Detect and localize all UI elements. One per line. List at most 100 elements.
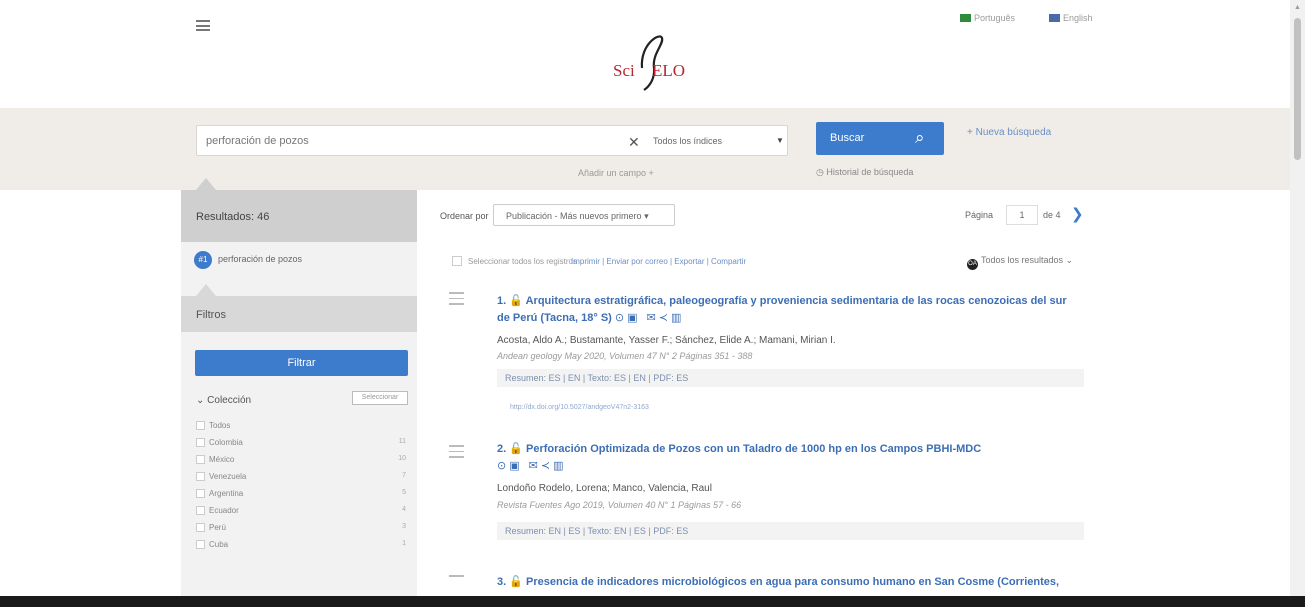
result-title[interactable]: 3. 🔓 Presencia de indicadores microbioló…: [497, 574, 1097, 591]
new-search-link[interactable]: + Nueva búsqueda: [967, 127, 1051, 138]
checkbox[interactable]: [196, 455, 205, 464]
query-number-badge[interactable]: #1: [194, 251, 212, 269]
page-of: de 4: [1043, 210, 1061, 220]
select-all[interactable]: Seleccionar todos los registros: [452, 256, 577, 266]
svg-text:ELO: ELO: [652, 61, 685, 80]
result-share-icons[interactable]: ⊙▣ ✉≺▥: [497, 460, 567, 472]
open-access-filter[interactable]: OA Todos los resultados ⌄: [967, 255, 1073, 270]
collection-item[interactable]: Perú: [196, 523, 226, 532]
query-history-text[interactable]: perforación de pozos: [218, 254, 302, 264]
results-pointer: [196, 178, 216, 190]
page-input[interactable]: 1: [1006, 205, 1038, 225]
checkbox[interactable]: [196, 506, 205, 515]
lang-english[interactable]: English: [1049, 13, 1093, 23]
next-page-icon[interactable]: ❯: [1071, 205, 1084, 223]
collection-item[interactable]: Venezuela: [196, 472, 246, 481]
result-links[interactable]: Resumen: EN | ES | Texto: EN | ES | PDF:…: [497, 522, 1084, 540]
collection-count: 4: [402, 506, 406, 513]
hamburger-icon[interactable]: [196, 20, 210, 31]
search-query: perforación de pozos: [206, 135, 309, 147]
collection-label: Colección: [207, 395, 252, 406]
checkbox[interactable]: [196, 540, 205, 549]
result-authors: Acosta, Aldo A.; Bustamante, Yasser F.; …: [497, 335, 836, 346]
result-actions[interactable]: Imprimir | Enviar por correo | Exportar …: [571, 257, 746, 266]
collection-name: Ecuador: [209, 506, 239, 515]
clear-icon[interactable]: ✕: [628, 134, 640, 151]
filter-button[interactable]: Filtrar: [195, 350, 408, 376]
select-collection-button[interactable]: Seleccionar: [352, 391, 408, 405]
collection-item[interactable]: Ecuador: [196, 506, 239, 515]
collection-item[interactable]: Cuba: [196, 540, 228, 549]
history-label: Historial de búsqueda: [826, 167, 914, 177]
result-links[interactable]: Resumen: ES | EN | Texto: ES | EN | PDF:…: [497, 369, 1084, 387]
add-field-link[interactable]: Añadir un campo +: [578, 168, 654, 178]
order-value: Publicación - Más nuevos primero: [506, 211, 642, 221]
checkbox[interactable]: [196, 489, 205, 498]
search-icon: ⌕: [915, 128, 925, 147]
collection-item[interactable]: Colombia: [196, 438, 243, 447]
filters-title: Filtros: [196, 309, 226, 321]
open-access-lock-icon: 🔓: [509, 576, 523, 588]
scroll-up-icon[interactable]: ▲: [1294, 4, 1301, 11]
bottom-bar: [0, 596, 1305, 607]
result-title-text: Presencia de indicadores microbiológicos…: [526, 576, 1060, 588]
checkbox[interactable]: [196, 421, 205, 430]
uk-flag-icon: [1049, 14, 1060, 22]
collection-toggle[interactable]: ⌄ Colección: [196, 395, 251, 406]
result-source[interactable]: Andean geology May 2020, Volumen 47 N° 2…: [497, 351, 752, 361]
brazil-flag-icon: [960, 14, 971, 22]
open-access-icon: OA: [967, 259, 978, 270]
result-authors: Londoño Rodelo, Lorena; Manco, Valencia,…: [497, 483, 712, 494]
index-select[interactable]: Todos los índices: [653, 136, 722, 146]
collection-name: Argentina: [209, 489, 244, 498]
svg-text:Sci: Sci: [613, 61, 635, 80]
collection-count: 1: [402, 540, 406, 547]
collection-item[interactable]: México: [196, 455, 234, 464]
result-number: 1.: [497, 295, 507, 307]
checkbox[interactable]: [196, 523, 205, 532]
search-button-label: Buscar: [830, 132, 865, 144]
scrollbar-thumb[interactable]: [1294, 18, 1301, 160]
scielo-logo[interactable]: Sci ELO: [612, 24, 692, 94]
result-menu-icon[interactable]: [449, 292, 464, 305]
filters-pointer: [196, 284, 216, 296]
collection-name: Venezuela: [209, 472, 247, 481]
search-history-link[interactable]: ◷ Historial de búsqueda: [816, 167, 913, 178]
result-menu-icon[interactable]: [449, 575, 464, 577]
search-input[interactable]: perforación de pozos ✕ Todos los índices…: [196, 125, 788, 156]
chevron-down-icon[interactable]: ▼: [776, 136, 784, 145]
chevron-down-icon: ⌄: [196, 395, 208, 406]
collection-count: 11: [398, 438, 406, 445]
search-button[interactable]: Buscar ⌕: [816, 122, 944, 155]
collection-count: 10: [398, 455, 406, 462]
checkbox[interactable]: [196, 472, 205, 481]
collection-item[interactable]: Todos: [196, 421, 230, 430]
result-title[interactable]: 2. 🔓 Perforación Optimizada de Pozos con…: [497, 441, 1082, 475]
result-doi[interactable]: http://dx.doi.org/10.5027/andgeoV47n2-31…: [510, 404, 649, 411]
result-share-icons[interactable]: ⊙▣ ✉≺▥: [615, 312, 685, 324]
order-select[interactable]: Publicación - Más nuevos primero ▾: [493, 204, 675, 226]
checkbox[interactable]: [452, 256, 462, 266]
lang-label: Português: [974, 13, 1016, 23]
collection-name: Perú: [209, 523, 226, 532]
page-label: Página: [965, 210, 994, 220]
open-access-lock-icon: 🔓: [509, 443, 523, 455]
result-title-text: Perforación Optimizada de Pozos con un T…: [526, 443, 982, 455]
result-menu-icon[interactable]: [449, 445, 464, 458]
collection-name: México: [209, 455, 235, 464]
lang-portuguese[interactable]: Português: [960, 13, 1015, 23]
result-source[interactable]: Revista Fuentes Ago 2019, Volumen 40 N° …: [497, 500, 741, 510]
open-access-lock-icon: 🔓: [509, 295, 523, 307]
checkbox[interactable]: [196, 438, 205, 447]
lang-label: English: [1063, 13, 1093, 23]
result-title[interactable]: 1. 🔓 Arquitectura estratigráfica, paleog…: [497, 293, 1082, 327]
collection-item[interactable]: Argentina: [196, 489, 243, 498]
open-access-label: Todos los resultados: [981, 255, 1064, 265]
result-title-text: Arquitectura estratigráfica, paleogeogra…: [497, 295, 1067, 324]
collection-count: 3: [402, 523, 406, 530]
results-count: Resultados: 46: [196, 211, 270, 223]
collection-count: 7: [402, 472, 406, 479]
collection-name: Colombia: [209, 438, 243, 447]
select-all-label: Seleccionar todos los registros: [468, 257, 577, 266]
collection-name: Cuba: [209, 540, 229, 549]
